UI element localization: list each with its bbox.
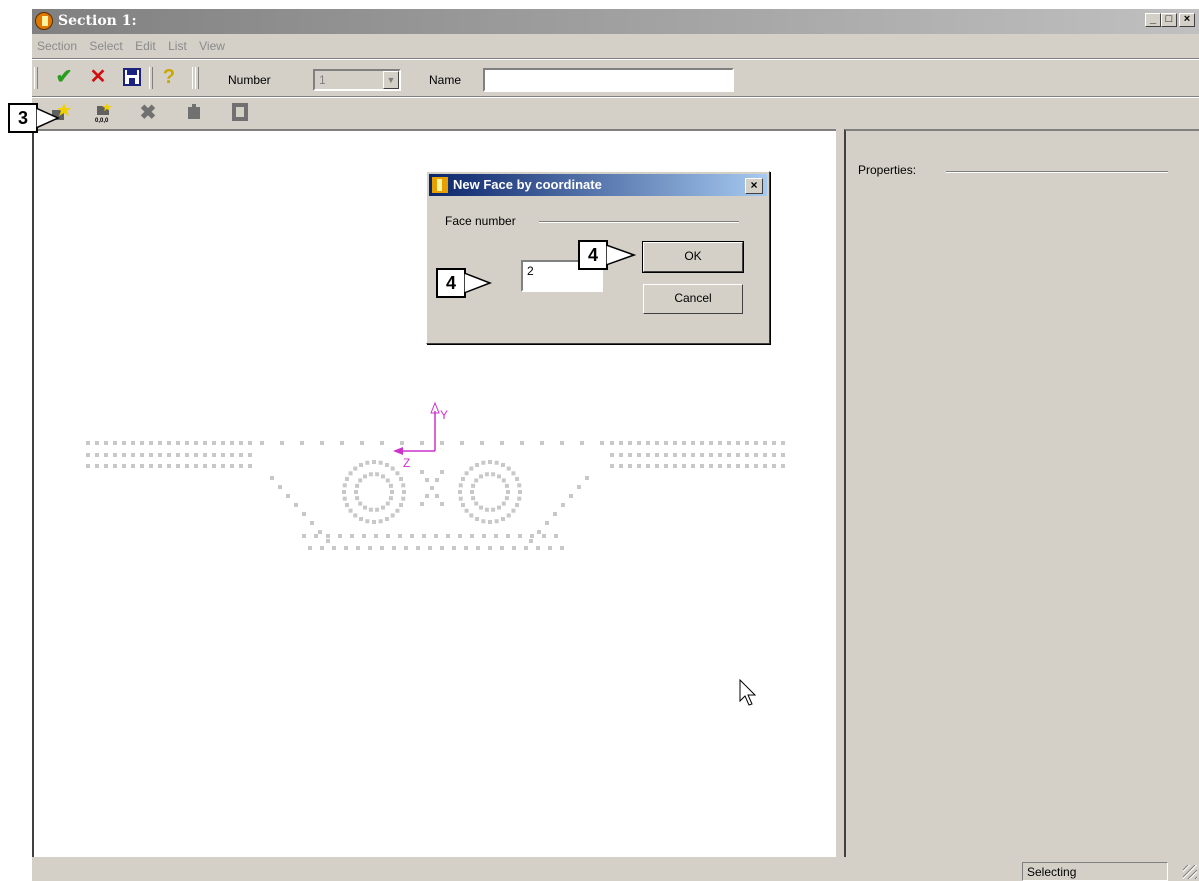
properties-label: Properties: bbox=[858, 163, 917, 177]
delete-face-icon[interactable]: ✖ bbox=[136, 101, 160, 125]
dialog-close-button[interactable]: × bbox=[745, 178, 763, 194]
axis-gizmo: Y Z bbox=[393, 401, 448, 470]
toolbar-separator bbox=[149, 67, 153, 89]
menu-view[interactable]: View bbox=[194, 36, 229, 53]
section-window: Section 1: _ □ × Section Select Edit Lis… bbox=[32, 9, 1199, 881]
name-field[interactable] bbox=[483, 68, 734, 92]
mouse-cursor-icon bbox=[739, 679, 757, 706]
toolbar-separator bbox=[195, 67, 199, 89]
help-bulb-icon[interactable]: ? bbox=[157, 65, 181, 89]
maximize-button[interactable]: □ bbox=[1161, 13, 1177, 27]
app-icon bbox=[35, 12, 53, 30]
number-label: Number bbox=[228, 73, 271, 87]
ok-button[interactable]: OK bbox=[642, 241, 744, 273]
number-value: 1 bbox=[319, 73, 326, 87]
axis-z-label: Z bbox=[403, 456, 410, 470]
menu-edit[interactable]: Edit bbox=[130, 36, 160, 53]
resize-grip-icon[interactable] bbox=[1183, 865, 1197, 879]
menu-separator bbox=[32, 58, 1199, 60]
axis-y-label: Y bbox=[440, 408, 448, 422]
ok-check-icon[interactable]: ✔ bbox=[52, 65, 76, 89]
properties-pane: Properties: bbox=[844, 129, 1199, 857]
minimize-button[interactable]: _ bbox=[1145, 13, 1161, 27]
dialog-title: New Face by coordinate bbox=[453, 177, 602, 192]
status-text: Selecting bbox=[1022, 862, 1168, 881]
new-face-coordinate-icon[interactable]: 0,0,0 bbox=[92, 101, 116, 125]
window-title: Section 1: bbox=[58, 13, 137, 29]
properties-divider bbox=[946, 171, 1168, 173]
callout-number: 4 bbox=[578, 240, 608, 270]
app-icon bbox=[432, 177, 448, 193]
face-number-group-label: Face number bbox=[445, 214, 516, 228]
svg-text:0,0,0: 0,0,0 bbox=[95, 118, 109, 123]
chevron-down-icon[interactable]: ▼ bbox=[383, 71, 399, 89]
toolbar-grip bbox=[34, 67, 38, 89]
cancel-button[interactable]: Cancel bbox=[643, 284, 743, 314]
close-button[interactable]: × bbox=[1179, 13, 1195, 27]
face-icon[interactable] bbox=[182, 101, 206, 125]
face-toolbar: 0,0,0 ✖ bbox=[32, 101, 1199, 127]
save-disk-icon[interactable] bbox=[120, 65, 144, 89]
callout-number: 4 bbox=[436, 268, 466, 298]
dialog-title-bar[interactable]: New Face by coordinate × bbox=[429, 174, 767, 196]
callout-number: 3 bbox=[8, 103, 38, 133]
menu-bar: Section Select Edit List View bbox=[32, 36, 1199, 56]
number-combobox[interactable]: 1 ▼ bbox=[313, 69, 401, 91]
group-divider bbox=[539, 221, 739, 223]
menu-list[interactable]: List bbox=[163, 36, 191, 53]
name-label: Name bbox=[429, 73, 462, 87]
cancel-x-icon[interactable]: ✕ bbox=[86, 65, 110, 89]
face-frame-icon[interactable] bbox=[228, 101, 252, 125]
status-bar: Selecting bbox=[32, 861, 1199, 881]
main-toolbar: ✔ ✕ ? Number 1 ▼ Name bbox=[32, 61, 1199, 95]
menu-select[interactable]: Select bbox=[84, 36, 126, 53]
menu-section[interactable]: Section bbox=[32, 36, 81, 53]
toolbar-separator-line bbox=[32, 96, 1199, 98]
title-bar: Section 1: _ □ × bbox=[32, 9, 1199, 34]
